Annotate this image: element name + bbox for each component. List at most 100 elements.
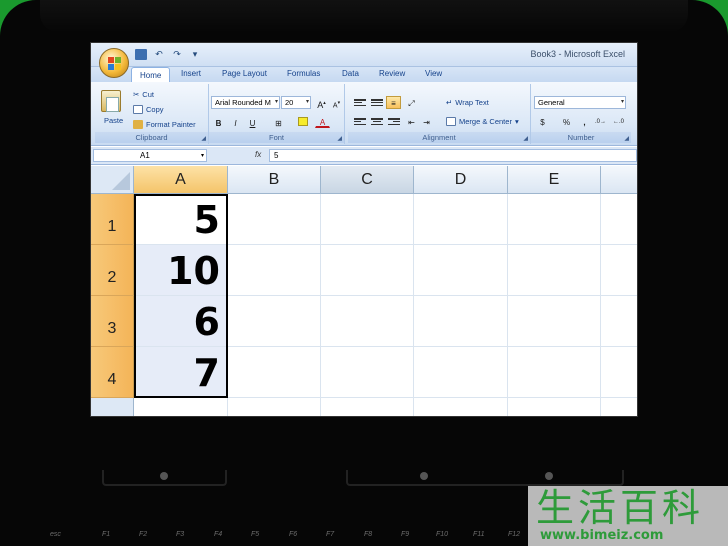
cell-f5[interactable] [601,398,637,416]
row-header-3[interactable]: 3 [91,296,134,347]
cell-d3[interactable] [414,296,508,347]
number-format-select[interactable]: General ▾ [534,96,626,109]
cell-d1[interactable] [414,194,508,245]
cut-button[interactable]: ✂ Cut [133,90,154,99]
column-header-b[interactable]: B [228,166,321,194]
row-header-1[interactable]: 1 [91,194,134,245]
font-color-button[interactable]: A [315,115,330,128]
orientation-icon[interactable]: ⤢ [404,96,419,109]
align-top-icon[interactable] [354,98,366,107]
column-header-d[interactable]: D [414,166,508,194]
tab-home[interactable]: Home [131,67,171,82]
cell-b1[interactable] [228,194,321,245]
key-f7[interactable]: F7 [326,531,334,538]
save-icon[interactable] [135,49,147,60]
decrease-indent-icon[interactable]: ⇤ [404,115,419,128]
cell-f2[interactable] [601,245,637,296]
shrink-font-icon[interactable]: A▾ [329,96,344,109]
key-f10[interactable]: F10 [436,531,448,538]
cell-a4[interactable]: 7 [134,347,228,398]
key-f12[interactable]: F12 [508,531,520,538]
align-center-icon[interactable] [371,117,383,126]
name-box[interactable]: A1 ▾ [93,149,207,162]
cell-f4[interactable] [601,347,637,398]
tab-insert[interactable]: Insert [181,69,201,78]
cell-a3[interactable]: 6 [134,296,228,347]
column-header-c[interactable]: C [321,166,414,194]
key-f6[interactable]: F6 [289,531,297,538]
dialog-launcher-icon[interactable]: ◢ [523,135,528,142]
select-all-button[interactable] [91,166,134,194]
cell-f3[interactable] [601,296,637,347]
bold-button[interactable]: B [211,116,226,129]
decrease-decimal-icon[interactable]: ←.0 [611,115,626,128]
wrap-text-button[interactable]: ↵ Wrap Text [446,98,489,107]
percent-button[interactable]: % [559,115,574,128]
paste-button[interactable]: Paste [104,116,123,125]
cell-e5[interactable] [508,398,601,416]
cell-d2[interactable] [414,245,508,296]
key-f4[interactable]: F4 [214,531,222,538]
cell-e4[interactable] [508,347,601,398]
align-left-icon[interactable] [354,117,366,126]
increase-decimal-icon[interactable]: .0→ [593,115,608,128]
column-header-f[interactable] [601,166,637,194]
cell-e3[interactable] [508,296,601,347]
cell-e2[interactable] [508,245,601,296]
currency-icon[interactable]: $ [535,115,550,128]
font-name-select[interactable]: Arial Rounded M ▾ [211,96,280,109]
font-size-select[interactable]: 20 ▾ [281,96,311,109]
row-header-2[interactable]: 2 [91,245,134,296]
tab-page-layout[interactable]: Page Layout [222,69,267,78]
cell-a1[interactable]: 5 [134,194,228,245]
copy-button[interactable]: Copy [133,105,164,114]
tab-review[interactable]: Review [379,69,405,78]
borders-icon[interactable]: ⊞ [271,116,286,129]
cell-a5[interactable] [134,398,228,416]
cell-f1[interactable] [601,194,637,245]
cell-c3[interactable] [321,296,414,347]
cell-a2[interactable]: 10 [134,245,228,296]
cell-b2[interactable] [228,245,321,296]
key-f9[interactable]: F9 [401,531,409,538]
key-f5[interactable]: F5 [251,531,259,538]
format-painter-button[interactable]: Format Painter [133,120,196,129]
key-f3[interactable]: F3 [176,531,184,538]
cell-b5[interactable] [228,398,321,416]
grow-font-icon[interactable]: A▴ [314,96,329,110]
merge-center-button[interactable]: Merge & Center ▾ [446,117,519,126]
dialog-launcher-icon[interactable]: ◢ [201,135,206,142]
tab-formulas[interactable]: Formulas [287,69,320,78]
dialog-launcher-icon[interactable]: ◢ [337,135,342,142]
cell-d4[interactable] [414,347,508,398]
tab-view[interactable]: View [425,69,442,78]
row-header-5[interactable] [91,398,134,416]
column-header-a[interactable]: A [134,166,228,194]
align-middle-icon[interactable] [371,98,383,107]
key-f8[interactable]: F8 [364,531,372,538]
key-f2[interactable]: F2 [139,531,147,538]
customize-toolbar-icon[interactable]: ▾ [189,49,201,60]
formula-input[interactable]: 5 [269,149,637,162]
cell-c5[interactable] [321,398,414,416]
cell-c4[interactable] [321,347,414,398]
underline-button[interactable]: U [245,116,260,129]
cell-c1[interactable] [321,194,414,245]
increase-indent-icon[interactable]: ⇥ [419,115,434,128]
key-esc[interactable]: esc [50,531,61,538]
row-header-4[interactable]: 4 [91,347,134,398]
undo-icon[interactable]: ↶ [153,49,165,60]
key-f1[interactable]: F1 [102,531,110,538]
fill-color-icon[interactable] [295,116,310,129]
cell-c2[interactable] [321,245,414,296]
office-button[interactable] [99,48,129,78]
comma-style-icon[interactable]: , [577,115,592,128]
dialog-launcher-icon[interactable]: ◢ [624,135,629,142]
redo-icon[interactable]: ↷ [171,49,183,60]
cell-e1[interactable] [508,194,601,245]
cell-d5[interactable] [414,398,508,416]
column-header-e[interactable]: E [508,166,601,194]
italic-button[interactable]: I [228,116,243,129]
cell-b4[interactable] [228,347,321,398]
align-bottom-icon[interactable]: ≡ [386,96,401,109]
